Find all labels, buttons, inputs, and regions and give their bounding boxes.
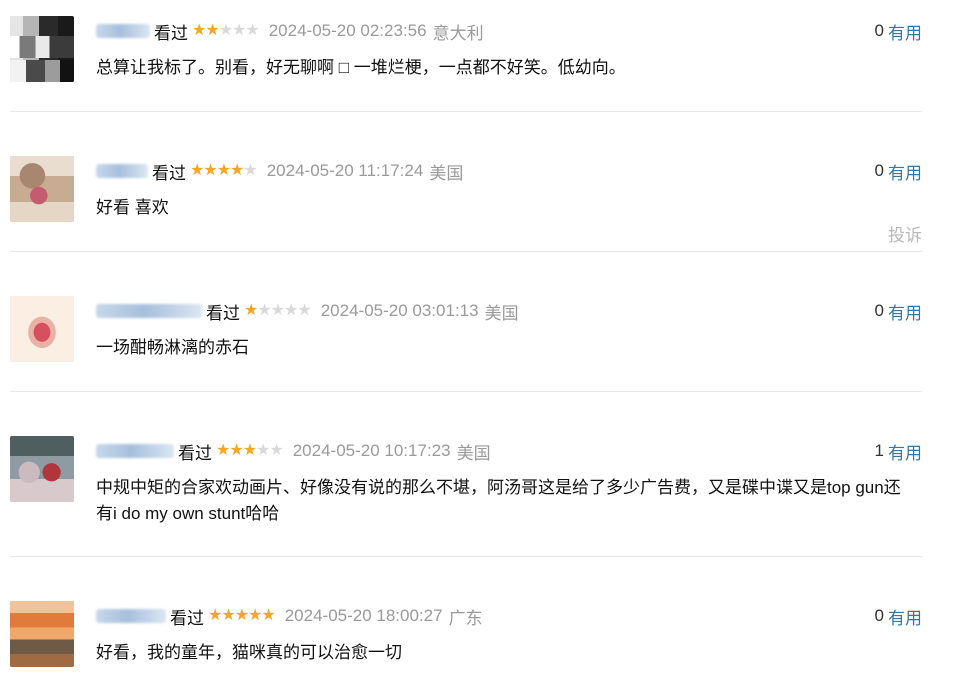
star-empty-icon: ★	[218, 22, 233, 39]
watched-label: 看过	[178, 443, 212, 463]
star-filled-icon: ★	[208, 607, 222, 624]
username[interactable]	[96, 609, 166, 623]
comment-location: 美国	[456, 443, 491, 463]
star-filled-icon: ★	[261, 607, 275, 624]
useful-vote: 1 有用	[874, 439, 922, 464]
star-filled-icon: ★	[216, 162, 231, 179]
username[interactable]	[96, 304, 202, 318]
useful-vote: 0 有用	[874, 604, 922, 629]
username[interactable]	[96, 444, 174, 458]
star-filled-icon: ★	[216, 442, 230, 459]
avatar[interactable]	[10, 436, 74, 502]
comment-time: 2024-05-20 03:01:13	[320, 301, 479, 320]
comment-time: 2024-05-20 18:00:27	[284, 606, 443, 625]
comment-meta: 看过 ★ ★ ★ ★ ★ 2024-05-20 02:23:56 意大利	[96, 20, 484, 43]
comment-time: 2024-05-20 11:17:24	[266, 161, 424, 180]
comment-meta: 看过 ★ ★ ★ ★ ★ 2024-05-20 03:01:13 美国	[96, 300, 519, 323]
comment-text: 一场酣畅淋漓的赤石	[96, 338, 249, 357]
rating-stars: ★ ★ ★ ★ ★	[216, 442, 284, 459]
star-empty-icon: ★	[297, 302, 311, 319]
avatar[interactable]	[10, 601, 74, 667]
comment-text: 中规中矩的合家欢动画片、好像没有说的那么不堪，阿汤哥这是给了多少广告费，又是碟中…	[96, 478, 901, 523]
star-filled-icon: ★	[248, 607, 262, 624]
comment-meta: 看过 ★ ★ ★ ★ ★ 2024-05-20 10:17:23 美国	[96, 440, 491, 463]
comment-time: 2024-05-20 10:17:23	[292, 441, 451, 460]
star-filled-icon: ★	[230, 162, 244, 179]
divider	[10, 251, 922, 252]
star-empty-icon: ★	[256, 442, 270, 459]
avatar[interactable]	[10, 296, 74, 362]
useful-button[interactable]: 有用	[888, 19, 922, 44]
username[interactable]	[96, 164, 148, 178]
comment-meta: 看过 ★ ★ ★ ★ ★ 2024-05-20 18:00:27 广东	[96, 605, 483, 628]
star-filled-icon: ★	[203, 162, 217, 179]
star-empty-icon: ★	[257, 302, 271, 319]
username[interactable]	[96, 24, 150, 38]
useful-count: 0	[874, 161, 884, 180]
report-button[interactable]: 投诉	[888, 221, 922, 246]
comment-item: 看过 ★ ★ ★ ★ ★ 2024-05-20 10:17:23 美国 1 有用 中规中…	[0, 420, 958, 557]
comment-meta: 看过 ★ ★ ★ ★ ★ 2024-05-20 11:17:24 美国	[96, 160, 464, 183]
divider	[10, 556, 922, 557]
useful-button[interactable]: 有用	[888, 439, 922, 464]
useful-vote: 0 有用	[874, 159, 922, 184]
star-filled-icon: ★	[192, 22, 206, 39]
useful-vote: 0 有用	[874, 299, 922, 324]
comment-location: 美国	[429, 163, 464, 183]
star-empty-icon: ★	[284, 302, 298, 319]
comment-location: 美国	[484, 303, 519, 323]
comment-time: 2024-05-20 02:23:56	[268, 21, 427, 40]
rating-stars: ★ ★ ★ ★ ★	[192, 22, 260, 39]
comment-item: 看过 ★ ★ ★ ★ ★ 2024-05-20 11:17:24 美国 0 有用 好看 …	[0, 140, 958, 252]
comment-text: 总算让我标了。别看，好无聊啊 □ 一堆烂梗，一点都不好笑。低幼向。	[96, 58, 626, 77]
watched-label: 看过	[154, 23, 188, 43]
useful-count: 0	[874, 606, 884, 625]
star-empty-icon: ★	[269, 442, 283, 459]
comment-item: 看过 ★ ★ ★ ★ ★ 2024-05-20 03:01:13 美国 0 有用 一场酣…	[0, 280, 958, 392]
comment-text: 好看 喜欢	[96, 198, 169, 217]
avatar[interactable]	[10, 156, 74, 222]
comment-text: 好看，我的童年，猫咪真的可以治愈一切	[96, 643, 402, 662]
useful-count: 0	[874, 301, 884, 320]
star-empty-icon: ★	[243, 162, 257, 179]
star-filled-icon: ★	[229, 442, 243, 459]
divider	[10, 391, 922, 392]
star-filled-icon: ★	[190, 162, 204, 179]
star-empty-icon: ★	[245, 22, 259, 39]
star-filled-icon: ★	[221, 607, 235, 624]
useful-vote: 0 有用	[874, 19, 922, 44]
useful-button[interactable]: 有用	[888, 604, 922, 629]
star-empty-icon: ★	[270, 302, 285, 319]
avatar[interactable]	[10, 16, 74, 82]
watched-label: 看过	[152, 163, 186, 183]
useful-count: 1	[874, 441, 884, 460]
useful-button[interactable]: 有用	[888, 159, 922, 184]
comment-location: 意大利	[432, 23, 484, 43]
watched-label: 看过	[206, 303, 240, 323]
useful-button[interactable]: 有用	[888, 299, 922, 324]
comment-location: 广东	[448, 608, 483, 628]
rating-stars: ★ ★ ★ ★ ★	[190, 162, 258, 179]
useful-count: 0	[874, 21, 884, 40]
divider	[10, 111, 922, 112]
rating-stars: ★ ★ ★ ★ ★	[244, 302, 312, 319]
comment-item: 看过 ★ ★ ★ ★ ★ 2024-05-20 18:00:27 广东 0 有用 好看，…	[0, 585, 958, 693]
star-filled-icon: ★	[244, 302, 258, 319]
comment-item: 看过 ★ ★ ★ ★ ★ 2024-05-20 02:23:56 意大利 0 有用 总算…	[0, 0, 958, 112]
rating-stars: ★ ★ ★ ★ ★	[208, 607, 276, 624]
comment-list: 看过 ★ ★ ★ ★ ★ 2024-05-20 02:23:56 意大利 0 有用 总算…	[0, 0, 958, 693]
watched-label: 看过	[170, 608, 204, 628]
star-empty-icon: ★	[232, 22, 246, 39]
star-filled-icon: ★	[205, 22, 219, 39]
star-filled-icon: ★	[234, 607, 249, 624]
star-filled-icon: ★	[242, 442, 257, 459]
